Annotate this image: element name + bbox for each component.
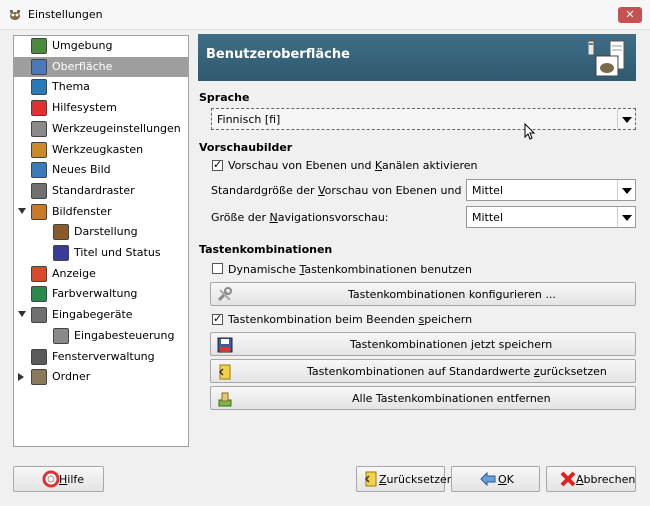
- sidebar-item[interactable]: Hilfesystem: [14, 98, 188, 118]
- sidebar-item[interactable]: Bildfenster: [14, 202, 188, 222]
- help-button[interactable]: Hilfe: [13, 466, 104, 492]
- save-icon: [217, 337, 233, 353]
- page-header: Benutzeroberfläche: [198, 34, 636, 81]
- ok-button[interactable]: OK: [451, 466, 540, 492]
- sidebar-item[interactable]: Ordner: [14, 367, 188, 387]
- window-management-icon: [31, 348, 47, 365]
- previews-section-title: Vorschaubilder: [199, 141, 293, 154]
- sidebar-item-label: Bildfenster: [52, 204, 112, 218]
- toolbox-icon: [31, 141, 47, 158]
- cancel-icon: [560, 471, 576, 487]
- dynamic-shortcuts-checkbox[interactable]: [212, 263, 223, 274]
- environment-icon: [31, 38, 47, 54]
- sidebar-item[interactable]: Farbverwaltung: [14, 284, 188, 304]
- save-shortcuts-now-button[interactable]: Tastenkombinationen jetzt speichern: [210, 332, 636, 356]
- sidebar-item-label: Thema: [52, 80, 90, 94]
- enable-previews-label: Vorschau von Ebenen und Kanälen aktivier…: [228, 159, 478, 172]
- remove-all-shortcuts-button[interactable]: Alle Tastenkombinationen entfernen: [210, 386, 636, 410]
- sidebar-item-label: Hilfesystem: [52, 101, 117, 115]
- folder-icon: [31, 369, 47, 386]
- new-image-icon: [31, 162, 47, 179]
- sidebar-item[interactable]: Werkzeugkasten: [14, 140, 188, 160]
- tools-icon: [217, 287, 232, 302]
- display-icon: [31, 265, 47, 282]
- sidebar-item-label: Farbverwaltung: [52, 287, 138, 301]
- window-title: Einstellungen: [28, 8, 103, 21]
- sidebar-item[interactable]: Thema: [14, 77, 188, 97]
- sidebar-item[interactable]: Neues Bild: [14, 160, 188, 180]
- enable-previews-checkbox[interactable]: [212, 158, 223, 171]
- title-bar: Einstellungen ✕: [0, 0, 650, 30]
- sidebar-item-label: Werkzeugkasten: [52, 142, 144, 156]
- chevron-down-icon: [617, 207, 635, 227]
- close-icon: ✕: [625, 8, 635, 21]
- layer-preview-size-value: Mittel: [472, 184, 503, 197]
- interface-icon: [31, 58, 47, 75]
- appearance-icon: [53, 224, 69, 241]
- chevron-down-icon: [617, 180, 635, 200]
- theme-icon: [31, 79, 47, 96]
- save-on-exit-label: Tastenkombination beim Beenden speichern: [228, 313, 473, 326]
- expander-open-icon[interactable]: [18, 207, 26, 214]
- gimp-icon: [10, 10, 20, 20]
- sidebar-item-label: Umgebung: [52, 39, 113, 52]
- shortcuts-section-title: Tastenkombinationen: [199, 243, 333, 256]
- sidebar-item[interactable]: Anzeige: [14, 264, 188, 284]
- sidebar-item-label: Eingabesteuerung: [74, 328, 175, 342]
- dynamic-shortcuts-label: Dynamische Tastenkombinationen benutzen: [228, 263, 472, 276]
- revert-icon: [218, 364, 231, 380]
- input-controllers-icon: [53, 327, 69, 344]
- sidebar-item[interactable]: Eingabesteuerung: [14, 326, 188, 346]
- sidebar-item[interactable]: Umgebung: [14, 36, 188, 56]
- sidebar-item[interactable]: Oberfläche: [14, 56, 188, 77]
- sidebar-item[interactable]: Darstellung: [14, 222, 188, 242]
- sidebar-item[interactable]: Eingabegeräte: [14, 305, 188, 325]
- sidebar-item-label: Eingabegeräte: [52, 308, 133, 322]
- sidebar-item-label: Fensterverwaltung: [52, 349, 155, 363]
- grid-icon: [31, 182, 47, 199]
- sidebar-item-label: Anzeige: [52, 266, 96, 280]
- revert-icon: [364, 471, 377, 487]
- preferences-sidebar: Umgebung Oberfläche Thema Hilfesystem Werkze…: [13, 35, 189, 447]
- sidebar-item-label: Titel und Status: [74, 246, 161, 259]
- language-section-title: Sprache: [199, 91, 250, 104]
- mouse-cursor-icon: [524, 123, 536, 140]
- language-value: Finnisch [fi]: [217, 113, 281, 126]
- sidebar-item-label: Ordner: [52, 370, 91, 384]
- reset-button[interactable]: Zurücksetzen: [356, 466, 454, 492]
- sidebar-item-label: Oberfläche: [52, 59, 113, 73]
- page-title: Benutzeroberfläche: [206, 47, 350, 62]
- nav-preview-size-select[interactable]: Mittel: [466, 206, 636, 228]
- nav-preview-size-value: Mittel: [472, 211, 503, 224]
- interface-icon: [588, 40, 625, 77]
- color-management-icon: [31, 286, 47, 303]
- sidebar-item-label: Neues Bild: [52, 163, 111, 177]
- expander-open-icon[interactable]: [18, 311, 26, 318]
- save-on-exit-checkbox[interactable]: [212, 312, 223, 325]
- language-select[interactable]: Finnisch [fi]: [211, 108, 636, 130]
- clear-icon: [218, 392, 232, 407]
- sidebar-item[interactable]: Fensterverwaltung: [14, 347, 188, 367]
- sidebar-item-label: Darstellung: [74, 225, 138, 239]
- title-status-icon: [53, 245, 69, 261]
- cancel-button[interactable]: Abbrechen: [546, 466, 636, 492]
- lifebuoy-icon: [31, 100, 47, 117]
- sidebar-item[interactable]: Titel und Status: [14, 243, 188, 263]
- lifebuoy-icon: [42, 470, 60, 488]
- sidebar-item[interactable]: Standardraster: [14, 181, 188, 201]
- configure-shortcuts-button[interactable]: Tastenkombinationen konfigurieren ...: [210, 282, 636, 306]
- close-button[interactable]: ✕: [618, 7, 642, 23]
- sidebar-item-label: Standardraster: [52, 183, 135, 197]
- input-devices-icon: [31, 307, 47, 324]
- image-window-icon: [31, 203, 47, 220]
- layer-preview-size-select[interactable]: Mittel: [466, 179, 636, 201]
- expander-closed-icon[interactable]: [18, 373, 24, 382]
- nav-preview-size-label: Größe der Navigationsvorschau:: [211, 211, 389, 224]
- chevron-down-icon: [617, 109, 635, 129]
- tool-options-icon: [31, 120, 47, 137]
- sidebar-item-label: Werkzeugeinstellungen: [52, 121, 181, 135]
- reset-shortcuts-button[interactable]: Tastenkombinationen auf Standardwerte zu…: [210, 359, 636, 383]
- sidebar-item[interactable]: Werkzeugeinstellungen: [14, 119, 188, 139]
- ok-arrow-icon: [480, 471, 496, 487]
